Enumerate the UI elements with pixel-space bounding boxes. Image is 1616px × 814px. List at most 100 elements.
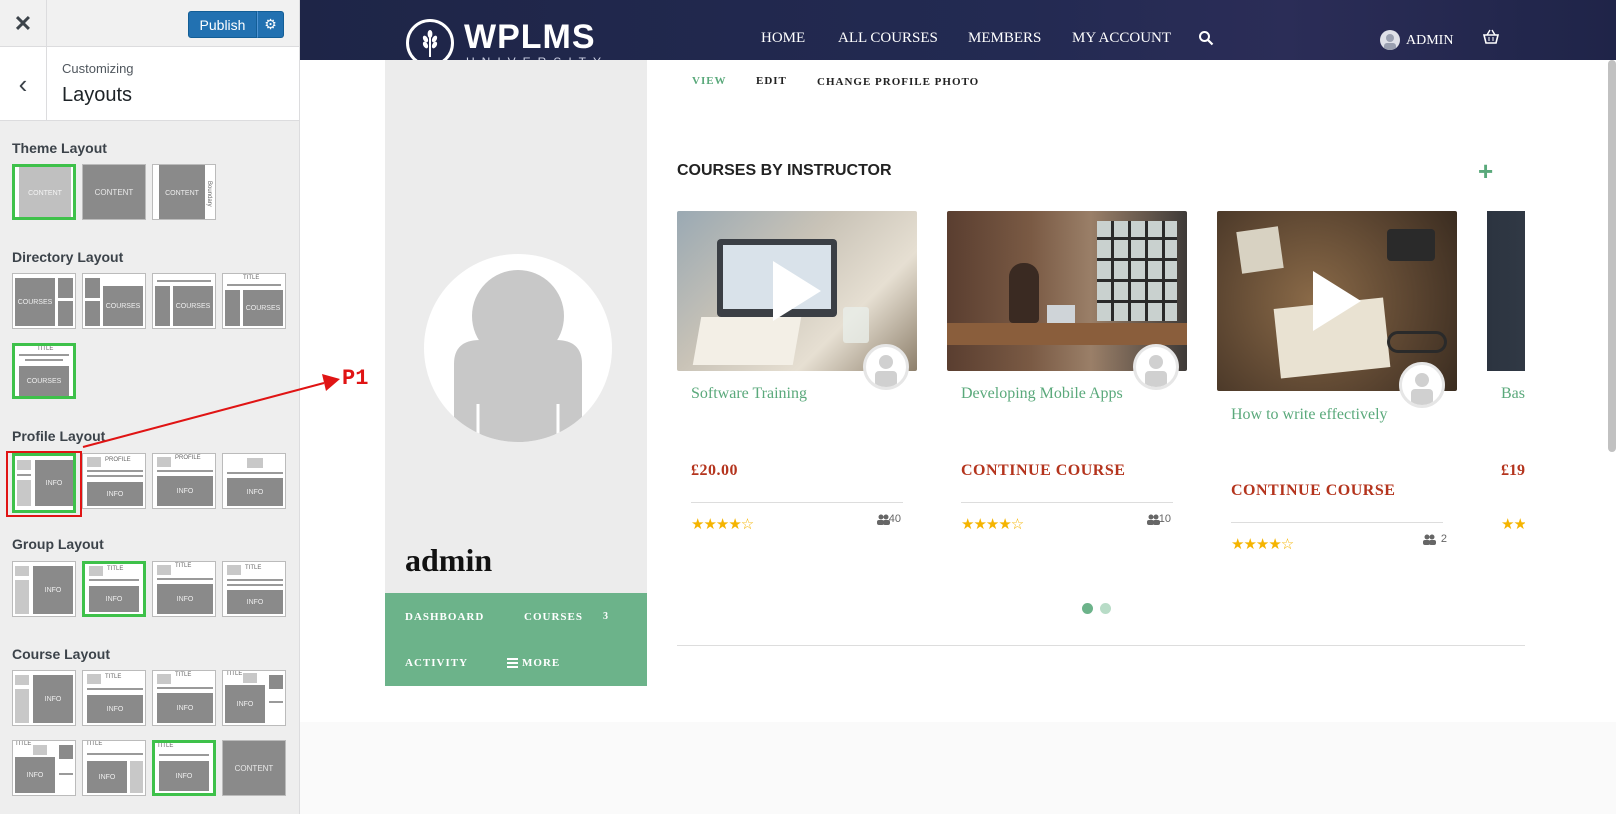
- instructor-avatar[interactable]: [1399, 362, 1445, 408]
- card-divider: [961, 502, 1173, 503]
- screen: ✕ Publish ⚙ ‹ Customizing Layouts Theme …: [0, 0, 1616, 814]
- thumb-image: [243, 673, 257, 683]
- course-layout-label: Course Layout: [12, 646, 111, 662]
- thumb-info: INFO: [227, 478, 283, 506]
- course-layout-option-8[interactable]: CONTENT: [222, 740, 286, 796]
- thumb-line: [59, 773, 73, 775]
- user-avatar[interactable]: [1380, 30, 1400, 50]
- site-navbar: WPLMS UNIVERSITY HOME ALL COURSES MEMBER…: [300, 0, 1616, 69]
- profile-menu-courses[interactable]: COURSES: [524, 611, 583, 623]
- thumb-title: TITLE: [245, 565, 262, 571]
- courses-by-instructor-heading: COURSES BY INSTRUCTOR: [677, 162, 892, 179]
- course-thumbnail[interactable]: [1487, 211, 1525, 371]
- thumb-line: [89, 579, 139, 581]
- continue-course-button[interactable]: CONTINUE COURSE: [961, 462, 1125, 480]
- thumb-image: [227, 565, 241, 575]
- profile-menu-more[interactable]: MORE: [522, 657, 560, 669]
- thumb-line: [227, 584, 283, 586]
- thumb-image: [89, 566, 103, 576]
- group-layout-option-2[interactable]: TITLE INFO: [82, 561, 146, 617]
- thumb-block: [269, 675, 283, 689]
- play-icon[interactable]: [773, 261, 821, 321]
- site-preview: WPLMS UNIVERSITY HOME ALL COURSES MEMBER…: [300, 0, 1616, 814]
- course-layout-option-3[interactable]: TITLE INFO: [152, 670, 216, 726]
- course-price[interactable]: £19: [1501, 462, 1525, 480]
- group-layout-option-1[interactable]: INFO: [12, 561, 76, 617]
- course-card[interactable]: Software Training £20.00 ★★★★☆ 40: [677, 211, 917, 533]
- carousel-dot-1[interactable]: [1082, 603, 1093, 614]
- course-layout-option-7[interactable]: TITLE INFO: [152, 740, 216, 796]
- play-icon[interactable]: [1313, 271, 1361, 331]
- thumb-info: INFO: [33, 675, 73, 723]
- thumb-line: [157, 687, 213, 689]
- profile-sidebar: admin DASHBOARD COURSES 3 ACTIVITY MORE: [385, 60, 647, 686]
- cart-basket-icon[interactable]: [1482, 28, 1500, 46]
- nav-all-courses[interactable]: ALL COURSES: [838, 30, 938, 47]
- instructor-avatar[interactable]: [1133, 344, 1179, 390]
- thumb-block: [59, 745, 73, 759]
- rating-stars: ★★★★☆: [691, 516, 754, 533]
- thumb-title: TITLE: [105, 674, 122, 680]
- course-title[interactable]: Developing Mobile Apps: [961, 385, 1123, 403]
- thumb-image: [157, 565, 171, 575]
- thumb-info: INFO: [157, 476, 213, 506]
- thumb-info: INFO: [159, 761, 209, 791]
- course-title[interactable]: Bas: [1501, 385, 1525, 403]
- course-title[interactable]: Software Training: [691, 385, 807, 403]
- profile-menu-activity[interactable]: ACTIVITY: [405, 657, 468, 669]
- course-layout-option-1[interactable]: INFO: [12, 670, 76, 726]
- thumb-info: INFO: [157, 584, 213, 614]
- thumb-block: [17, 480, 31, 506]
- instructor-avatar[interactable]: [863, 344, 909, 390]
- user-menu-admin[interactable]: ADMIN: [1406, 33, 1453, 49]
- course-price[interactable]: £20.00: [691, 462, 738, 480]
- hamburger-icon[interactable]: [507, 658, 518, 668]
- tab-edit[interactable]: EDIT: [756, 75, 787, 87]
- thumb-line: [269, 701, 283, 703]
- tab-view[interactable]: VIEW: [692, 75, 727, 87]
- courses-count-badge: 3: [603, 611, 609, 622]
- thumb-title: TITLE: [15, 741, 32, 747]
- thumb-line: [159, 754, 209, 756]
- thumb-info: INFO: [157, 693, 213, 723]
- thumb-line: [87, 475, 143, 477]
- course-card[interactable]: How to write effectively CONTINUE COURSE…: [1217, 211, 1457, 553]
- tab-change-profile-photo[interactable]: CHANGE PROFILE PHOTO: [817, 76, 979, 88]
- thumb-line: [227, 579, 283, 581]
- thumb-line: [157, 470, 213, 472]
- group-layout-option-4[interactable]: TITLE INFO: [222, 561, 286, 617]
- course-layout-option-4[interactable]: TITLE INFO: [222, 670, 286, 726]
- thumb-image: [33, 745, 47, 755]
- carousel-pagination: [1082, 601, 1118, 619]
- course-card[interactable]: Developing Mobile Apps CONTINUE COURSE ★…: [947, 211, 1187, 533]
- annotation-label-p1: P1: [342, 366, 369, 391]
- profile-username: admin: [405, 542, 493, 578]
- thumb-line: [157, 578, 213, 580]
- thumb-title: TITLE: [157, 743, 174, 749]
- nav-my-account[interactable]: MY ACCOUNT: [1072, 30, 1171, 47]
- course-layout-option-5[interactable]: TITLE INFO: [12, 740, 76, 796]
- thumb-line: [17, 474, 31, 476]
- course-layout-option-2[interactable]: TITLE INFO: [82, 670, 146, 726]
- thumb-title: TITLE: [107, 566, 124, 572]
- profile-menu-dashboard[interactable]: DASHBOARD: [405, 611, 484, 623]
- profile-avatar[interactable]: [424, 254, 612, 442]
- carousel-dot-2[interactable]: [1100, 603, 1111, 614]
- course-layout-option-6[interactable]: TITLE INFO: [82, 740, 146, 796]
- thumb-info: INFO: [87, 482, 143, 506]
- nav-home[interactable]: HOME: [761, 30, 805, 47]
- group-layout-option-3[interactable]: TITLE INFO: [152, 561, 216, 617]
- site-logo-text[interactable]: WPLMS: [464, 18, 596, 57]
- thumb-line: [87, 753, 143, 755]
- scrollbar-thumb[interactable]: [1608, 60, 1616, 452]
- course-title[interactable]: How to write effectively: [1231, 406, 1388, 424]
- student-count: 10: [1158, 513, 1171, 525]
- thumb-image: [15, 675, 29, 685]
- continue-course-button[interactable]: CONTINUE COURSE: [1231, 482, 1395, 500]
- add-course-button[interactable]: +: [1478, 156, 1493, 187]
- section-divider: [677, 645, 1525, 646]
- course-card-partial[interactable]: Bas £19 ★★: [1487, 211, 1525, 541]
- thumb-info: INFO: [15, 757, 55, 793]
- nav-members[interactable]: MEMBERS: [968, 30, 1041, 47]
- search-icon[interactable]: [1198, 30, 1214, 46]
